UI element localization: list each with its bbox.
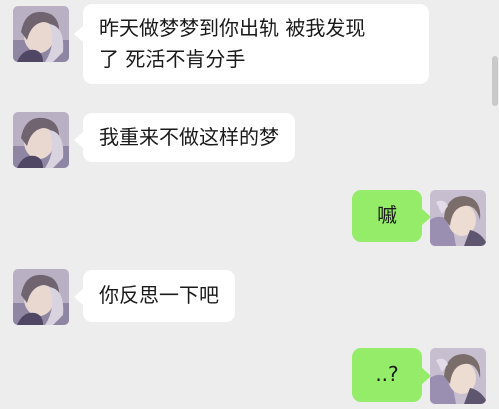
message-row: 我重来不做这样的梦 [0,112,499,168]
message-row: 嘁 [0,190,499,246]
chat-message-list[interactable]: 昨天做梦梦到你出轨 被我发现 了 死活不肯分手 我重来不做这样的梦 嘁 你反思一… [0,0,499,409]
self-avatar[interactable] [430,348,486,404]
message-row: 昨天做梦梦到你出轨 被我发现 了 死活不肯分手 [0,4,499,92]
contact-avatar[interactable] [13,269,69,325]
message-bubble[interactable]: 嘁 [352,190,422,242]
bubble-tail [74,26,83,42]
message-bubble[interactable]: 你反思一下吧 [83,270,235,322]
contact-avatar[interactable] [13,6,69,62]
message-row: 你反思一下吧 [0,269,499,325]
bubble-tail [74,289,83,305]
message-bubble[interactable]: 我重来不做这样的梦 [83,113,295,162]
scrollbar[interactable] [492,56,498,106]
bubble-tail [74,132,83,148]
contact-avatar[interactable] [13,112,69,168]
self-avatar[interactable] [430,190,486,246]
message-bubble[interactable]: 昨天做梦梦到你出轨 被我发现 了 死活不肯分手 [83,4,429,84]
message-row: ..? [0,348,499,409]
message-bubble[interactable]: ..? [352,348,422,402]
